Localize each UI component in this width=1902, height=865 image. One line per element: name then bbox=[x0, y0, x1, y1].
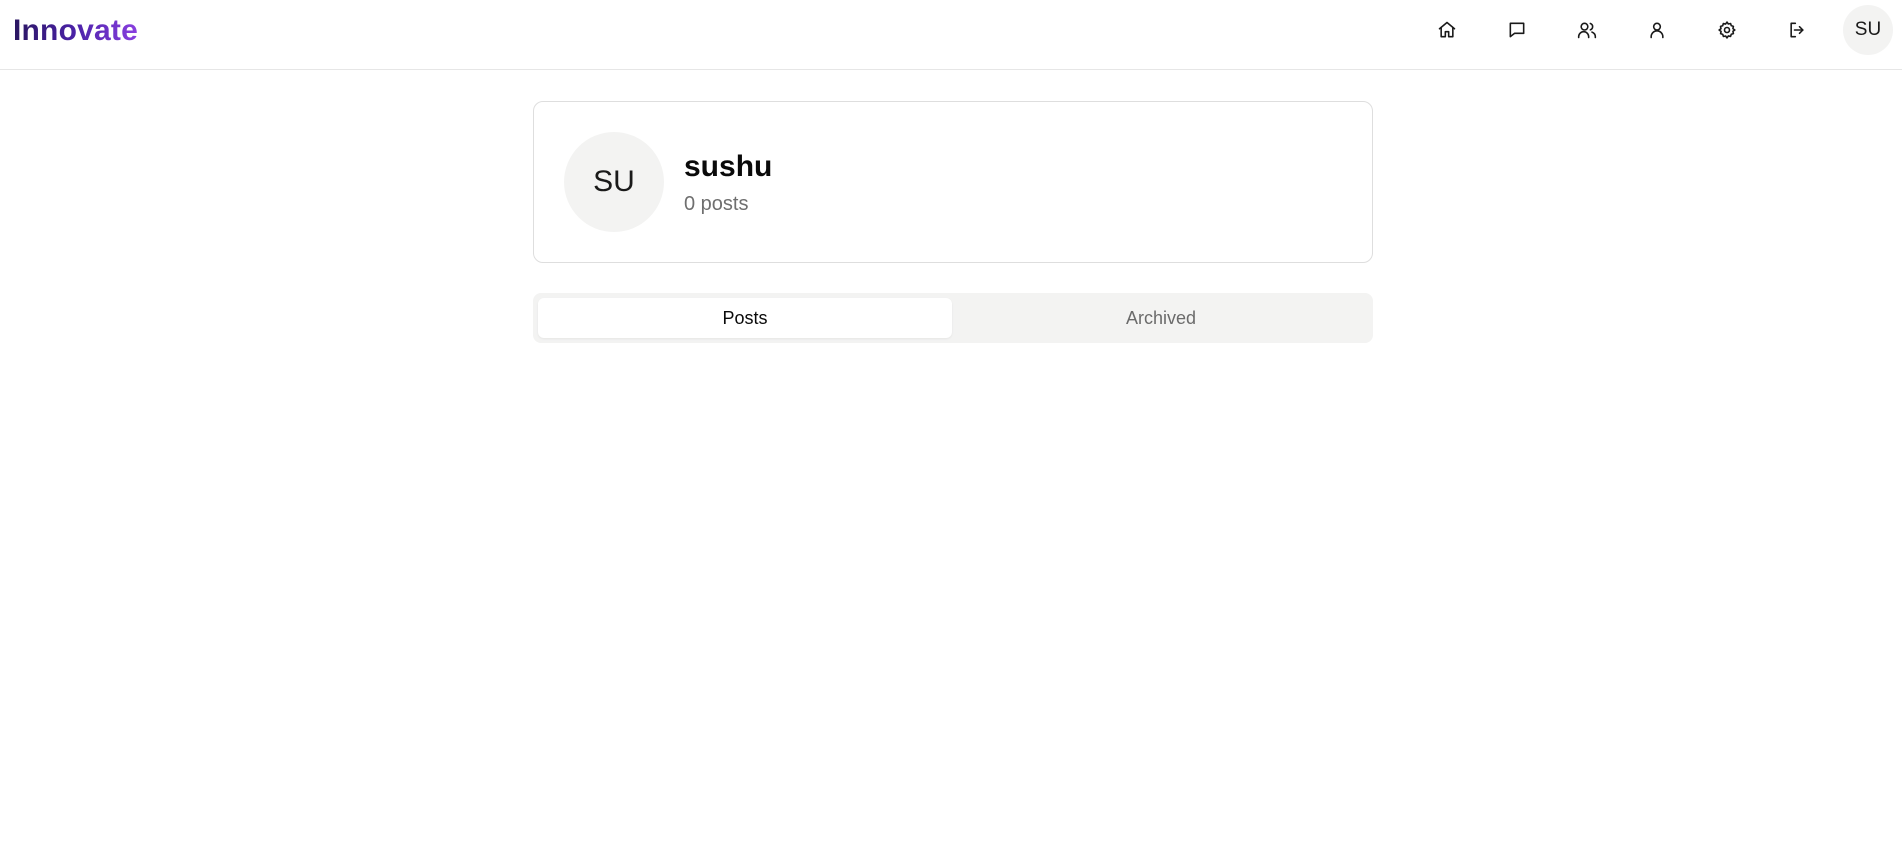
message-icon bbox=[1509, 22, 1525, 38]
logout-icon bbox=[1790, 22, 1804, 38]
profile-card: SU sushu 0 posts bbox=[533, 101, 1373, 263]
profile-button[interactable] bbox=[1637, 10, 1677, 50]
user-avatar-menu[interactable]: SU bbox=[1843, 5, 1893, 55]
users-icon bbox=[1577, 22, 1597, 39]
profile-username: sushu bbox=[684, 150, 773, 183]
tab-archived[interactable]: Archived bbox=[954, 298, 1368, 338]
profile-tabs: Posts Archived bbox=[533, 293, 1373, 343]
profile-avatar: SU bbox=[564, 132, 664, 232]
friends-button[interactable] bbox=[1567, 10, 1607, 50]
settings-button[interactable] bbox=[1707, 10, 1747, 50]
top-navigation-bar: Innovate SU bbox=[0, 0, 1902, 70]
settings-icon bbox=[1718, 21, 1736, 39]
home-button[interactable] bbox=[1427, 10, 1467, 50]
profile-post-count: 0 posts bbox=[684, 193, 749, 215]
app-logo[interactable]: Innovate bbox=[13, 13, 138, 49]
messages-button[interactable] bbox=[1497, 10, 1537, 50]
tab-posts[interactable]: Posts bbox=[538, 298, 952, 338]
user-icon bbox=[1650, 22, 1664, 39]
logout-button[interactable] bbox=[1777, 10, 1817, 50]
home-icon bbox=[1438, 21, 1456, 38]
